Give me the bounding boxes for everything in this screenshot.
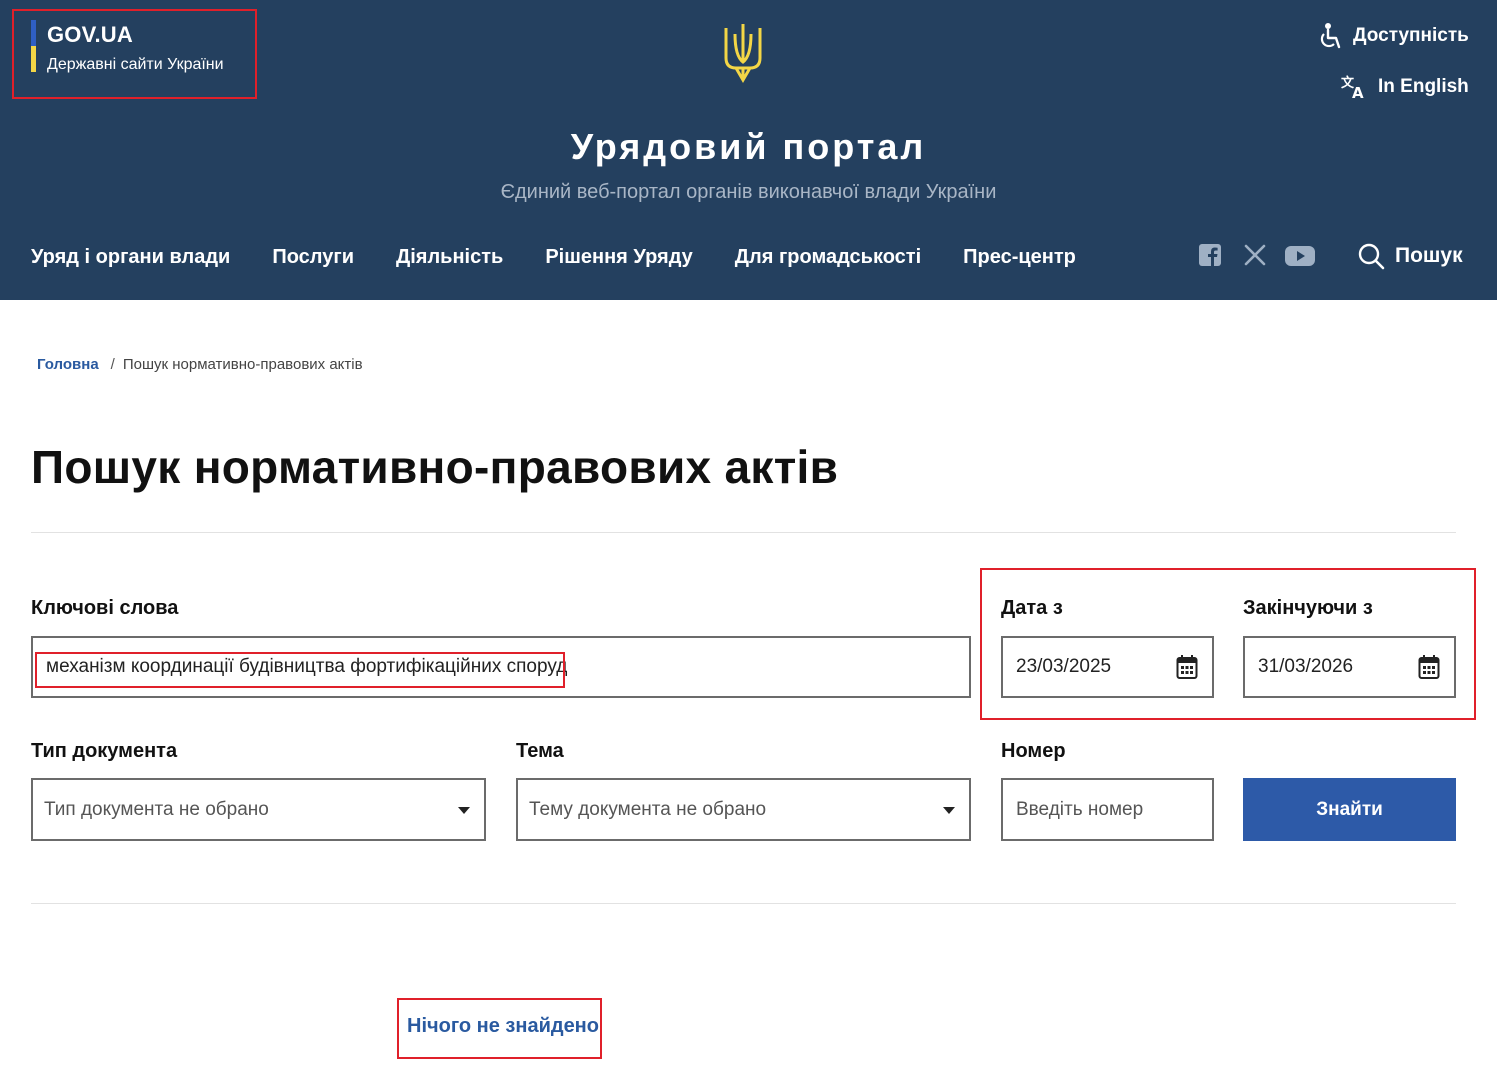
keywords-value: механізм координації будівництва фортифі… [46, 656, 568, 677]
topic-select[interactable]: Тему документа не обрано [516, 778, 971, 841]
x-icon[interactable] [1244, 244, 1266, 266]
date-from-label: Дата з [1001, 597, 1063, 619]
site-header: GOV.UA Державні сайти України Доступніст… [0, 0, 1497, 300]
gov-ua-logo[interactable]: GOV.UA Державні сайти України [31, 20, 224, 76]
ukraine-flag-icon [31, 20, 36, 72]
nav-item-public[interactable]: Для громадськості [735, 242, 921, 272]
calendar-icon[interactable] [1418, 654, 1440, 680]
keywords-input[interactable]: механізм координації будівництва фортифі… [31, 636, 971, 698]
accessibility-link[interactable]: Доступність [1317, 22, 1469, 50]
breadcrumb: Головна / Пошук нормативно-правових акті… [37, 356, 363, 373]
doc-type-select[interactable]: Тип документа не обрано [31, 778, 486, 841]
youtube-icon[interactable] [1285, 246, 1315, 266]
date-from-input[interactable]: 23/03/2025 [1001, 636, 1214, 698]
chevron-down-icon [458, 807, 470, 814]
calendar-icon[interactable] [1176, 654, 1198, 680]
breadcrumb-home-link[interactable]: Головна [37, 356, 99, 373]
language-switch[interactable]: 文 A In English [1340, 74, 1469, 100]
nav-item-press[interactable]: Прес-центр [963, 242, 1076, 272]
translate-icon: 文 A [1341, 75, 1364, 100]
header-search-link[interactable]: Пошук [1357, 242, 1463, 270]
breadcrumb-separator: / [110, 356, 115, 373]
gov-ua-subtitle: Державні сайти України [47, 56, 224, 73]
nav-item-decisions[interactable]: Рішення Уряду [545, 242, 692, 272]
nav-item-government[interactable]: Уряд і органи влади [31, 242, 230, 272]
svg-text:A: A [1352, 84, 1364, 100]
topic-value: Тему документа не обрано [529, 798, 767, 820]
number-label: Номер [1001, 740, 1066, 762]
date-to-value: 31/03/2026 [1258, 656, 1354, 677]
portal-title: Урядовий портал [570, 126, 927, 167]
main-nav: Уряд і органи влади Послуги Діяльність Р… [31, 242, 1118, 272]
date-from-value: 23/03/2025 [1016, 656, 1112, 677]
topic-label: Тема [516, 740, 564, 762]
facebook-icon[interactable] [1199, 244, 1221, 266]
accessibility-label: Доступність [1353, 25, 1469, 46]
search-icon [1358, 243, 1385, 270]
keywords-label: Ключові слова [31, 597, 179, 619]
nav-item-activity[interactable]: Діяльність [396, 242, 503, 272]
page-title: Пошук нормативно-правових актів [31, 441, 839, 493]
doc-type-value: Тип документа не обрано [44, 798, 269, 820]
breadcrumb-current: Пошук нормативно-правових актів [122, 356, 363, 373]
chevron-down-icon [943, 807, 955, 814]
nav-item-services[interactable]: Послуги [272, 242, 354, 272]
portal-subtitle: Єдиний веб-портал органів виконавчої вла… [500, 181, 997, 203]
divider-bottom [31, 903, 1456, 904]
date-to-input[interactable]: 31/03/2026 [1243, 636, 1456, 698]
accessibility-icon [1320, 23, 1341, 49]
number-input[interactable]: Введіть номер [1001, 778, 1214, 841]
doc-type-label: Тип документа [31, 740, 178, 762]
gov-ua-title: GOV.UA [47, 22, 133, 47]
find-button[interactable]: Знайти [1243, 778, 1456, 841]
language-label: In English [1378, 76, 1469, 97]
number-placeholder: Введіть номер [1016, 798, 1144, 820]
trident-icon[interactable] [722, 22, 764, 84]
divider-top [31, 532, 1456, 533]
date-to-label: Закінчуючи з [1243, 597, 1373, 619]
search-label: Пошук [1395, 244, 1463, 267]
no-results-message: Нічого не знайдено [407, 1015, 599, 1037]
